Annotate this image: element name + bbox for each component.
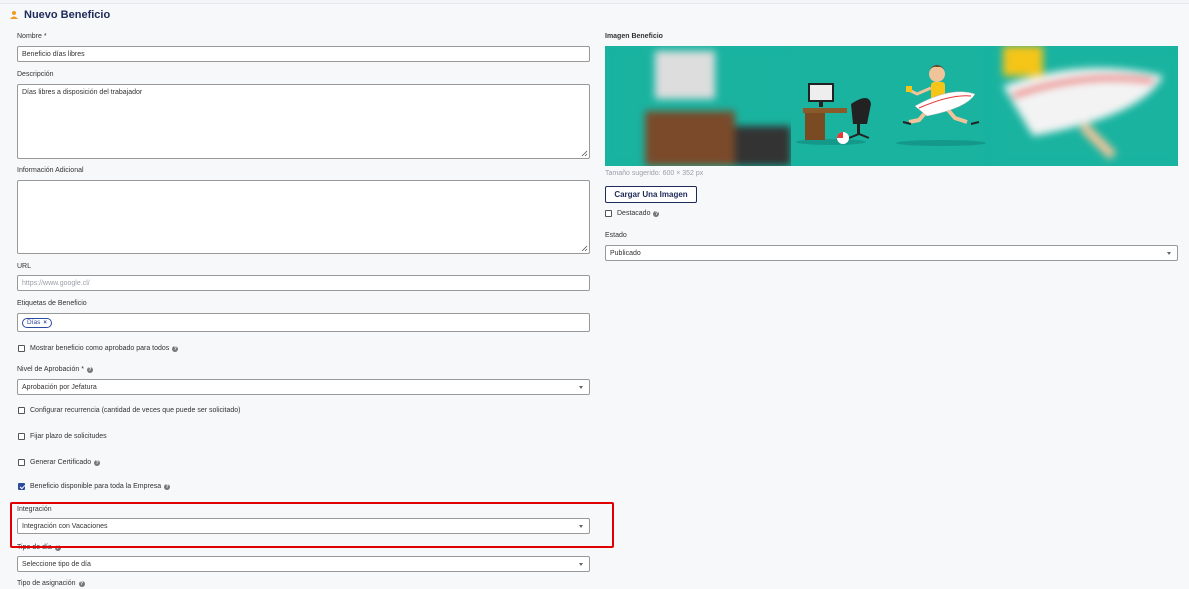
disponible-empresa-row[interactable]: Beneficio disponible para toda la Empres… — [18, 483, 171, 490]
resize-grip-icon[interactable] — [581, 150, 588, 157]
plazo-label: Fijar plazo de solicitudes — [30, 433, 107, 440]
recurrencia-label: Configurar recurrencia (cantidad de vece… — [30, 407, 241, 414]
help-icon[interactable]: ? — [172, 345, 179, 352]
help-icon[interactable]: ? — [54, 544, 61, 551]
etiquetas-label: Etiquetas de Beneficio — [17, 300, 87, 307]
surfing-illustration — [791, 46, 993, 166]
nombre-label: Nombre * — [17, 33, 47, 40]
tipo-dia-label: Tipo de día — [17, 544, 52, 551]
info-adicional-textarea[interactable] — [17, 180, 590, 254]
tipo-dia-label-row: Tipo de día ? — [17, 544, 61, 551]
tipo-dia-select[interactable]: Seleccione tipo de día — [17, 556, 590, 572]
nivel-aprobacion-value: Aprobación por Jefatura — [22, 383, 97, 391]
integracion-select[interactable]: Integración con Vacaciones — [17, 518, 590, 534]
estado-label: Estado — [605, 232, 627, 239]
chevron-down-icon — [579, 525, 583, 528]
nombre-input[interactable]: Beneficio días libres — [17, 46, 590, 62]
descripcion-label: Descripción — [17, 71, 54, 78]
plazo-row[interactable]: Fijar plazo de solicitudes — [18, 433, 107, 440]
resize-grip-icon[interactable] — [581, 245, 588, 252]
tag-label: Días — [27, 319, 41, 326]
help-icon[interactable]: ? — [164, 483, 171, 490]
tag-chip: Días × — [22, 317, 52, 328]
recurrencia-checkbox[interactable] — [18, 407, 25, 414]
integracion-value: Integración con Vacaciones — [22, 522, 108, 530]
chevron-down-icon — [1167, 252, 1171, 255]
destacado-row[interactable]: Destacado ? — [605, 210, 660, 217]
help-icon[interactable]: ? — [86, 366, 93, 373]
url-input[interactable]: https://www.google.cl/ — [17, 275, 590, 291]
certificado-label: Generar Certificado — [30, 459, 92, 466]
destacado-label: Destacado — [617, 210, 651, 217]
plazo-checkbox[interactable] — [18, 433, 25, 440]
image-blur-right — [993, 46, 1178, 166]
estado-select[interactable]: Publicado — [605, 245, 1178, 261]
page-title: Nuevo Beneficio — [24, 9, 111, 21]
certificado-row[interactable]: Generar Certificado ? — [18, 459, 101, 466]
tipo-asignacion-label-row: Tipo de asignación ? — [17, 580, 85, 587]
certificado-checkbox[interactable] — [18, 459, 25, 466]
chevron-down-icon — [579, 563, 583, 566]
page-header: Nuevo Beneficio — [9, 9, 110, 21]
mostrar-aprobado-checkbox[interactable] — [18, 345, 25, 352]
help-icon[interactable]: ? — [653, 210, 660, 217]
image-blur-left — [605, 46, 791, 166]
help-icon[interactable]: ? — [94, 459, 101, 466]
user-icon — [9, 10, 19, 20]
tag-remove-icon[interactable]: × — [43, 320, 47, 326]
estado-value: Publicado — [610, 249, 641, 257]
mostrar-aprobado-label: Mostrar beneficio como aprobado para tod… — [30, 345, 170, 352]
help-icon[interactable]: ? — [78, 580, 85, 587]
descripcion-value: Días libres a disposición del trabajador — [22, 89, 143, 96]
disponible-empresa-label: Beneficio disponible para toda la Empres… — [30, 483, 162, 490]
tipo-dia-value: Seleccione tipo de día — [22, 560, 91, 568]
etiquetas-input[interactable]: Días × — [17, 313, 590, 332]
info-adicional-label: Información Adicional — [17, 167, 84, 174]
integracion-label: Integración — [17, 506, 52, 513]
image-size-hint: Tamaño sugerido: 600 × 352 px — [605, 170, 704, 177]
nivel-aprobacion-label-row: Nivel de Aprobación * ? — [17, 366, 93, 373]
benefit-image — [605, 46, 1178, 166]
url-label: URL — [17, 263, 32, 270]
destacado-checkbox[interactable] — [605, 210, 612, 217]
tipo-asignacion-label: Tipo de asignación — [17, 580, 76, 587]
nivel-aprobacion-select[interactable]: Aprobación por Jefatura — [17, 379, 590, 395]
nivel-aprobacion-label: Nivel de Aprobación * — [17, 366, 84, 373]
recurrencia-row[interactable]: Configurar recurrencia (cantidad de vece… — [18, 407, 241, 414]
upload-image-button[interactable]: Cargar Una Imagen — [605, 186, 697, 203]
descripcion-textarea[interactable]: Días libres a disposición del trabajador — [17, 84, 590, 159]
imagen-label: Imagen Beneficio — [605, 33, 663, 40]
disponible-empresa-checkbox[interactable] — [18, 483, 25, 490]
mostrar-aprobado-row[interactable]: Mostrar beneficio como aprobado para tod… — [18, 345, 179, 352]
chevron-down-icon — [579, 386, 583, 389]
